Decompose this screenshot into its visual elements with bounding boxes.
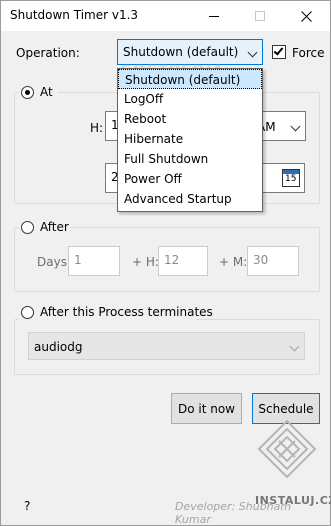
- chevron-down-icon: [289, 341, 300, 352]
- force-label: Force: [292, 46, 325, 60]
- minimize-icon: [209, 15, 219, 17]
- at-hour-label: H:: [90, 121, 104, 135]
- chevron-down-icon: [247, 47, 258, 58]
- close-icon: [300, 10, 312, 22]
- operation-dropdown-list[interactable]: Shutdown (default) LogOff Reboot Hiberna…: [117, 68, 263, 212]
- maximize-icon: [255, 11, 265, 21]
- after-label: After: [40, 220, 69, 234]
- after-hours-field[interactable]: 12: [158, 246, 208, 276]
- title-bar: Shutdown Timer v1.3: [1, 1, 330, 31]
- after-days-field[interactable]: 1: [68, 246, 120, 276]
- dropdown-item-full-shutdown[interactable]: Full Shutdown: [118, 149, 262, 169]
- chevron-down-icon: [290, 121, 301, 132]
- instaluj-logo: [257, 419, 317, 479]
- dropdown-item-advanced-startup[interactable]: Advanced Startup: [118, 189, 262, 209]
- instaluj-watermark: INSTALUJ.CZ: [255, 494, 331, 507]
- app-window: Shutdown Timer v1.3 Operation: Shutdown …: [0, 0, 331, 526]
- close-button[interactable]: [283, 1, 329, 31]
- after-minutes-label: + M:: [219, 255, 248, 269]
- force-checkbox[interactable]: [272, 45, 286, 59]
- operation-selected-value: Shutdown (default): [123, 45, 239, 59]
- after-hours-label: + H:: [132, 255, 159, 269]
- do-it-now-button[interactable]: Do it now: [171, 393, 242, 424]
- window-title: Shutdown Timer v1.3: [10, 8, 139, 22]
- process-select[interactable]: audiodg: [28, 332, 305, 360]
- dropdown-item-power-off[interactable]: Power Off: [118, 169, 262, 189]
- calendar-icon[interactable]: 15: [282, 169, 300, 187]
- process-value: audiodg: [34, 340, 83, 354]
- help-link[interactable]: ?: [24, 499, 30, 513]
- minimize-button[interactable]: [191, 1, 237, 31]
- operation-label: Operation:: [16, 46, 80, 60]
- at-radio[interactable]: [21, 86, 34, 99]
- dropdown-item-logoff[interactable]: LogOff: [118, 89, 262, 109]
- dropdown-item-shutdown[interactable]: Shutdown (default): [118, 69, 262, 89]
- process-radio[interactable]: [21, 306, 34, 319]
- at-label: At: [40, 85, 53, 99]
- after-days-label: Days:: [37, 255, 71, 269]
- after-minutes-field[interactable]: 30: [247, 246, 299, 276]
- maximize-button: [237, 1, 283, 31]
- dropdown-item-reboot[interactable]: Reboot: [118, 109, 262, 129]
- checkmark-icon: [273, 45, 284, 56]
- calendar-day: 15: [285, 174, 297, 184]
- after-radio[interactable]: [21, 221, 34, 234]
- dropdown-item-hibernate[interactable]: Hibernate: [118, 129, 262, 149]
- process-label: After this Process terminates: [40, 305, 213, 319]
